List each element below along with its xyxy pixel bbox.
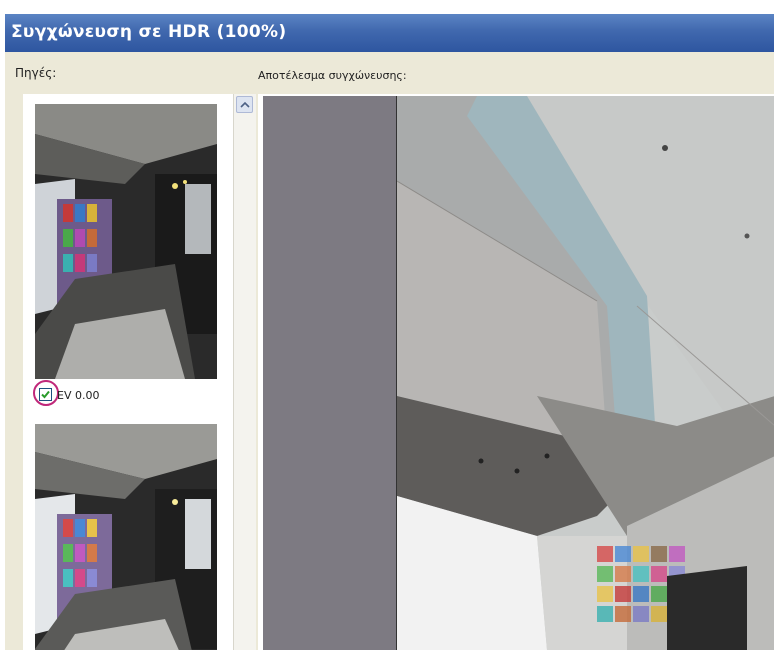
thumbnail-image (35, 424, 217, 650)
merge-result-preview[interactable] (258, 94, 774, 650)
sources-label: Πηγές: (15, 66, 57, 80)
sources-scrollbar[interactable] (233, 94, 256, 650)
window-title: Συγχώνευση σε HDR (100%) (11, 22, 287, 42)
sources-list[interactable]: EV 0.00 (23, 94, 233, 650)
scroll-up-button[interactable] (236, 96, 253, 113)
checkmark-icon (41, 390, 50, 399)
thumbnail-image (35, 104, 217, 379)
chevron-up-icon (240, 101, 250, 108)
result-label: Αποτέλεσμα συγχώνευσης: (258, 69, 407, 82)
merge-to-hdr-window: Συγχώνευση σε HDR (100%) Πηγές: Αποτέλεσ… (5, 14, 774, 650)
include-source-checkbox[interactable] (39, 388, 52, 401)
merged-hdr-image[interactable] (396, 96, 774, 650)
title-bar[interactable]: Συγχώνευση σε HDR (100%) (5, 14, 774, 52)
source-thumbnail[interactable] (35, 104, 217, 379)
source-row: EV 0.00 (33, 380, 223, 408)
preview-canvas-margin (263, 96, 396, 650)
merged-image (397, 96, 774, 650)
source-thumbnail[interactable] (35, 424, 217, 650)
exposure-value-label: EV 0.00 (57, 389, 100, 402)
